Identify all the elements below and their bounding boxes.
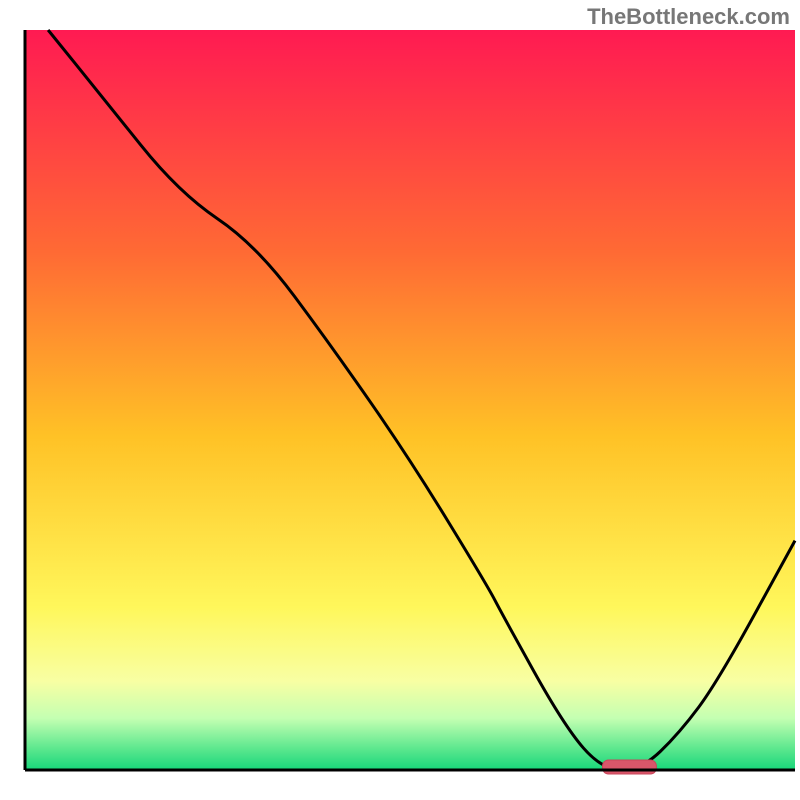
- plot-background: [25, 30, 795, 770]
- watermark-label: TheBottleneck.com: [587, 4, 790, 30]
- bottleneck-chart: [0, 0, 800, 800]
- optimal-marker: [603, 760, 657, 774]
- chart-container: TheBottleneck.com: [0, 0, 800, 800]
